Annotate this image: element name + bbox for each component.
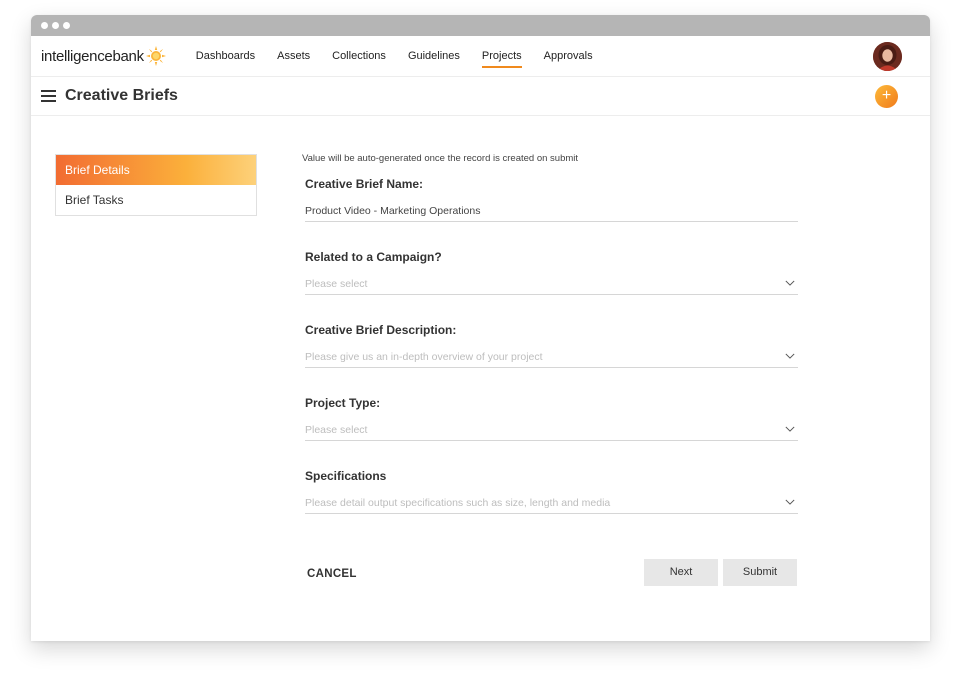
specifications-input[interactable]: Please detail output specifications such… <box>305 497 798 514</box>
avatar-image <box>873 42 902 71</box>
sidebar-item-brief-details[interactable]: Brief Details <box>56 155 256 185</box>
window-control-close[interactable] <box>41 22 48 29</box>
sidebar-item-brief-tasks[interactable]: Brief Tasks <box>56 185 256 215</box>
auto-generated-note: Value will be auto-generated once the re… <box>302 153 579 164</box>
brief-name-input[interactable]: Product Video - Marketing Operations <box>305 205 798 222</box>
user-avatar[interactable] <box>873 42 902 71</box>
description-input[interactable]: Please give us an in-depth overview of y… <box>305 351 798 368</box>
field-label: Related to a Campaign? <box>305 250 442 264</box>
brand-logo[interactable]: intelligencebank <box>41 46 166 66</box>
chevron-down-icon <box>785 353 795 359</box>
nav-item-approvals[interactable]: Approvals <box>544 46 593 66</box>
field-label: Creative Brief Name: <box>305 177 424 191</box>
nav-item-assets[interactable]: Assets <box>277 46 310 66</box>
window-titlebar <box>31 15 930 36</box>
field-specifications: Specifications Please detail output spec… <box>305 469 798 514</box>
chevron-down-icon <box>785 280 795 286</box>
plus-icon[interactable]: + <box>875 85 898 108</box>
sun-logo-icon <box>145 46 166 66</box>
campaign-placeholder: Please select <box>305 278 368 290</box>
nav-item-guidelines[interactable]: Guidelines <box>408 46 460 66</box>
field-label: Creative Brief Description: <box>305 323 457 337</box>
submit-button[interactable]: Submit <box>723 559 797 586</box>
field-label: Project Type: <box>305 396 381 410</box>
nav-item-collections[interactable]: Collections <box>332 46 386 66</box>
campaign-select[interactable]: Please select <box>305 278 798 295</box>
brief-form: Value will be auto-generated once the re… <box>302 153 798 542</box>
field-description: Creative Brief Description: Please give … <box>305 323 798 368</box>
menu-icon[interactable] <box>41 90 56 102</box>
cancel-button[interactable]: CANCEL <box>307 568 357 580</box>
form-actions: CANCEL Next Submit <box>302 559 798 587</box>
description-placeholder: Please give us an in-depth overview of y… <box>305 351 543 363</box>
specifications-placeholder: Please detail output specifications such… <box>305 497 611 509</box>
field-campaign: Related to a Campaign? Please select <box>305 250 798 295</box>
chevron-down-icon <box>785 499 795 505</box>
field-brief-name: Creative Brief Name: Product Video - Mar… <box>305 177 798 222</box>
window-control-maximize[interactable] <box>63 22 70 29</box>
nav-item-projects[interactable]: Projects <box>481 46 522 68</box>
app-window: intelligencebank Dashboards Assets Colle… <box>31 15 930 641</box>
next-button[interactable]: Next <box>644 559 718 586</box>
top-navigation: intelligencebank Dashboards Assets Colle… <box>31 36 930 77</box>
chevron-down-icon <box>785 426 795 432</box>
brief-sidebar: Brief Details Brief Tasks <box>55 154 257 216</box>
field-label: Specifications <box>305 469 387 483</box>
field-project-type: Project Type: Please select <box>305 396 798 441</box>
page-title: Creative Briefs <box>65 87 178 104</box>
project-type-placeholder: Please select <box>305 424 368 436</box>
window-control-minimize[interactable] <box>52 22 59 29</box>
brand-logo-text: intelligencebank <box>41 47 144 65</box>
nav-item-dashboards[interactable]: Dashboards <box>196 46 255 66</box>
page-header: Creative Briefs + <box>31 77 930 116</box>
project-type-select[interactable]: Please select <box>305 424 798 441</box>
main-nav: Dashboards Assets Collections Guidelines… <box>196 46 615 68</box>
